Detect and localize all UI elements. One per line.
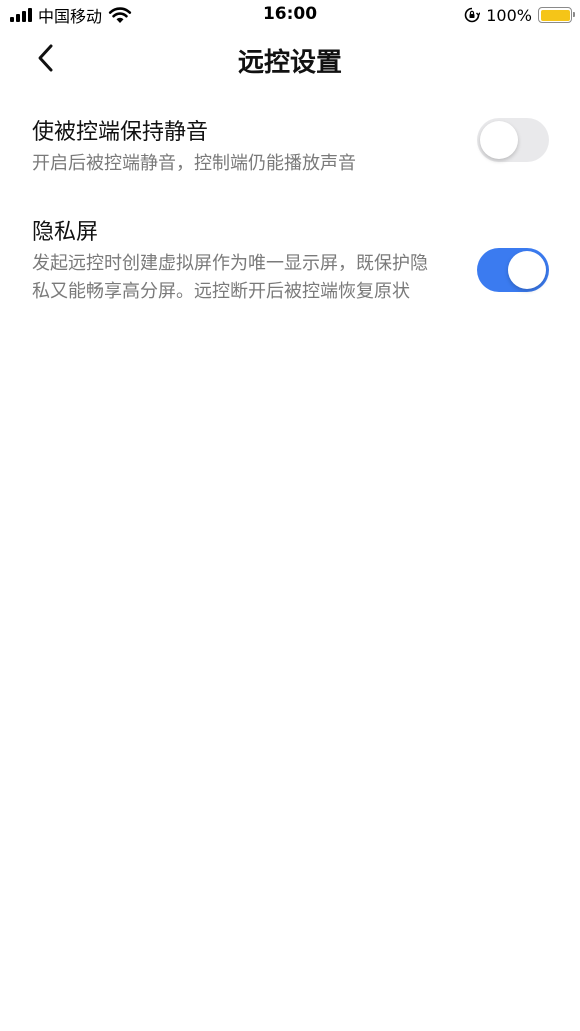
mute-toggle[interactable] [477,118,549,162]
page-title: 远控设置 [237,48,342,78]
privacy-screen-toggle[interactable] [477,248,549,292]
battery-percent: 100% [486,5,532,25]
status-right: 100% [464,4,575,26]
setting-description: 发起远控时创建虚拟屏作为唯一显示屏，既保护隐私又能畅享高分屏。远控断开后被控端恢… [32,253,428,302]
battery-icon [538,7,575,23]
setting-title: 使被控端保持静音 [32,120,209,145]
battery-fill [540,9,570,21]
toggle-knob [508,251,546,289]
setting-title: 隐私屏 [32,220,99,245]
status-bar: 中国移动 16:00 100% [0,0,580,30]
setting-description: 开启后被控端静音，控制端仍能播放声音 [32,153,356,174]
setting-row-mute: 使被控端保持静音 开启后被控端静音，控制端仍能播放声音 [32,114,552,194]
nav-bar: 远控设置 [0,30,580,86]
rotation-lock-icon [464,7,481,23]
setting-row-privacy-screen: 隐私屏 发起远控时创建虚拟屏作为唯一显示屏，既保护隐私又能畅享高分屏。远控断开后… [32,214,552,344]
toggle-knob [480,121,518,159]
